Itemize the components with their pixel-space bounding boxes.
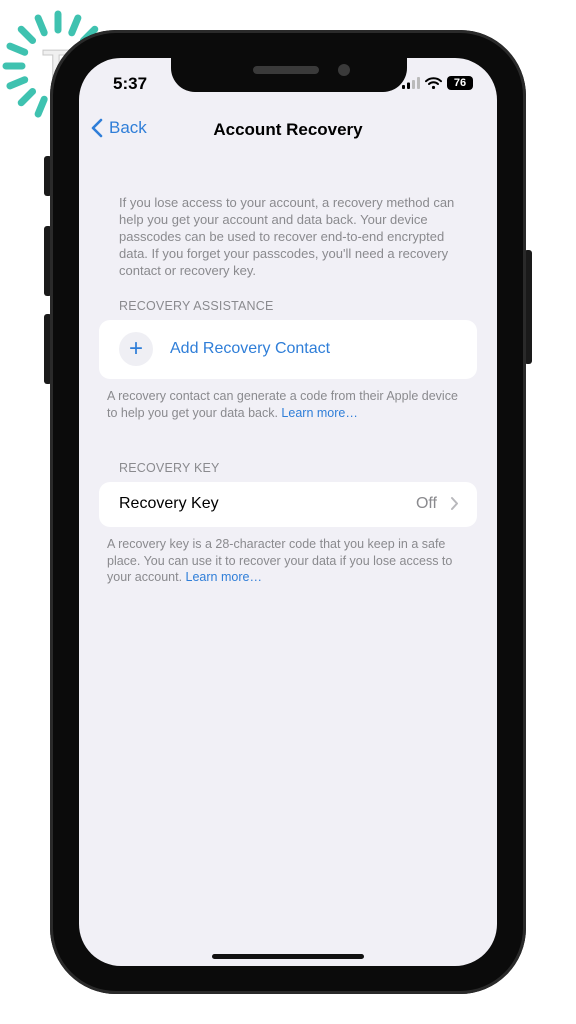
status-icons: 76 [402, 76, 473, 90]
logo-ray [17, 87, 37, 107]
battery-icon: 76 [447, 76, 473, 90]
add-recovery-contact-label: Add Recovery Contact [170, 340, 331, 357]
learn-more-link-key[interactable]: Learn more… [186, 570, 262, 584]
recovery-key-row[interactable]: Recovery Key Off [99, 482, 477, 527]
logo-ray [34, 14, 48, 37]
status-time: 5:37 [113, 74, 148, 93]
recovery-contact-footnote: A recovery contact can generate a code f… [107, 388, 467, 421]
page: T 5:37 76 Back [0, 0, 576, 1024]
recovery-key-footnote-text: A recovery key is a 28-character code th… [107, 537, 453, 584]
recovery-key-footnote: A recovery key is a 28-character code th… [107, 536, 467, 586]
home-indicator [212, 954, 364, 959]
logo-ray [34, 95, 48, 118]
section-header-recovery-key: RECOVERY KEY [119, 461, 220, 475]
logo-ray [6, 76, 29, 90]
recovery-key-label: Recovery Key [119, 495, 219, 512]
notch [171, 58, 407, 92]
page-title: Account Recovery [213, 120, 363, 139]
logo-ray [17, 25, 37, 45]
learn-more-link-contact[interactable]: Learn more… [281, 406, 357, 420]
section-header-recovery-assistance: RECOVERY ASSISTANCE [119, 299, 274, 313]
intro-text: If you lose access to your account, a re… [119, 195, 455, 278]
recovery-key-value: Off [415, 495, 437, 512]
plus-icon: + [119, 332, 153, 366]
wifi-icon [425, 77, 442, 89]
logo-ray [6, 42, 29, 56]
speaker-grille [253, 66, 319, 74]
front-camera [338, 64, 350, 76]
chevron-right-icon [451, 497, 458, 510]
screen: 5:37 76 Back Account Recovery If you los… [79, 58, 497, 966]
logo-ray [68, 14, 82, 37]
signal-icon [402, 77, 420, 89]
add-recovery-contact-button[interactable]: + Add Recovery Contact [99, 320, 477, 379]
